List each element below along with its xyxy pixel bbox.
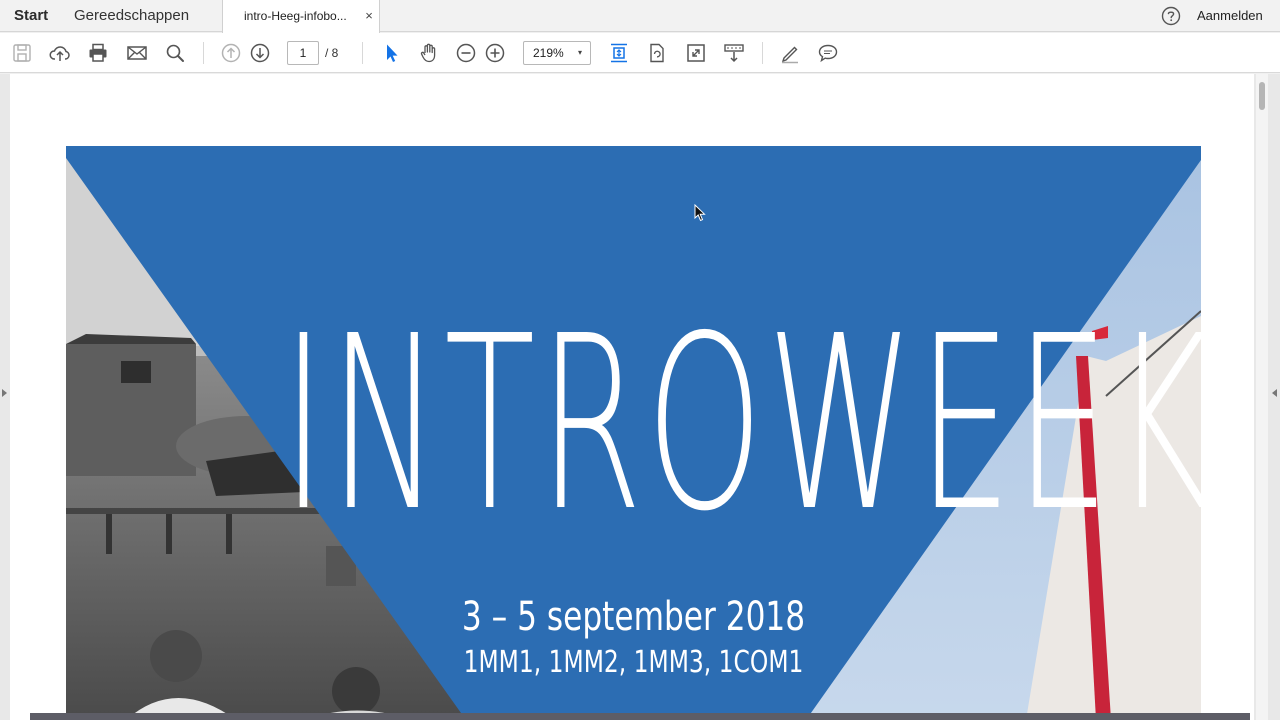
- highlight-pen-icon[interactable]: [778, 41, 802, 65]
- document-tab-label: intro-Heeg-infobo...: [244, 9, 347, 23]
- fit-page-icon[interactable]: [607, 41, 631, 65]
- cover-date: 3 – 5 september 2018: [461, 594, 806, 640]
- chevron-down-icon: ▾: [578, 48, 583, 57]
- save-icon[interactable]: [10, 41, 34, 65]
- toolbar-separator: [362, 42, 363, 64]
- toolbar-separator: [762, 42, 763, 64]
- zoom-out-icon[interactable]: [454, 41, 478, 65]
- comment-icon[interactable]: [816, 41, 840, 65]
- rotate-page-icon[interactable]: [645, 41, 669, 65]
- previous-page-icon[interactable]: [219, 41, 243, 65]
- close-tab-icon[interactable]: ×: [363, 9, 375, 23]
- toolbar-separator: [203, 42, 204, 64]
- document-tab[interactable]: intro-Heeg-infobo... ×: [222, 0, 380, 33]
- cloud-upload-icon[interactable]: [48, 41, 72, 65]
- fullscreen-icon[interactable]: [684, 41, 708, 65]
- signin-button[interactable]: Aanmelden: [1197, 0, 1263, 32]
- hand-tool-icon[interactable]: [417, 41, 441, 65]
- email-icon[interactable]: [125, 41, 149, 65]
- scrollbar-thumb[interactable]: [1259, 82, 1265, 110]
- cover-title: INTROWEEK: [281, 284, 1201, 564]
- help-icon[interactable]: [1161, 6, 1181, 26]
- menu-start[interactable]: Start: [14, 0, 48, 32]
- search-icon[interactable]: [163, 41, 187, 65]
- cover-classes: 1MM1, 1MM2, 1MM3, 1COM1: [463, 645, 804, 680]
- vertical-scrollbar[interactable]: [1256, 74, 1268, 720]
- document-viewer: INTROWEEK 3 – 5 september 2018 1MM1, 1MM…: [0, 74, 1280, 720]
- page-number-input[interactable]: 1: [287, 41, 319, 65]
- top-menu-bar: Start Gereedschappen intro-Heeg-infobo..…: [0, 0, 1280, 33]
- next-page-icon[interactable]: [248, 41, 272, 65]
- scroll-mode-icon[interactable]: [722, 41, 746, 65]
- left-panel-toggle-icon[interactable]: [2, 389, 7, 397]
- print-icon[interactable]: [86, 41, 110, 65]
- zoom-select[interactable]: 219% ▾: [523, 41, 591, 65]
- select-cursor-icon[interactable]: [379, 41, 403, 65]
- toolbar: 1 / 8 219% ▾: [0, 33, 1280, 73]
- mouse-pointer-icon: [694, 203, 706, 222]
- pdf-page: INTROWEEK 3 – 5 september 2018 1MM1, 1MM…: [10, 74, 1254, 720]
- zoom-value: 219%: [533, 46, 564, 60]
- cover-artwork: INTROWEEK 3 – 5 september 2018 1MM1, 1MM…: [66, 146, 1201, 720]
- right-panel-toggle-icon[interactable]: [1272, 389, 1277, 397]
- zoom-in-icon[interactable]: [483, 41, 507, 65]
- page-total: / 8: [325, 46, 339, 60]
- dock-strip: [30, 713, 1250, 720]
- menu-tools[interactable]: Gereedschappen: [74, 0, 189, 32]
